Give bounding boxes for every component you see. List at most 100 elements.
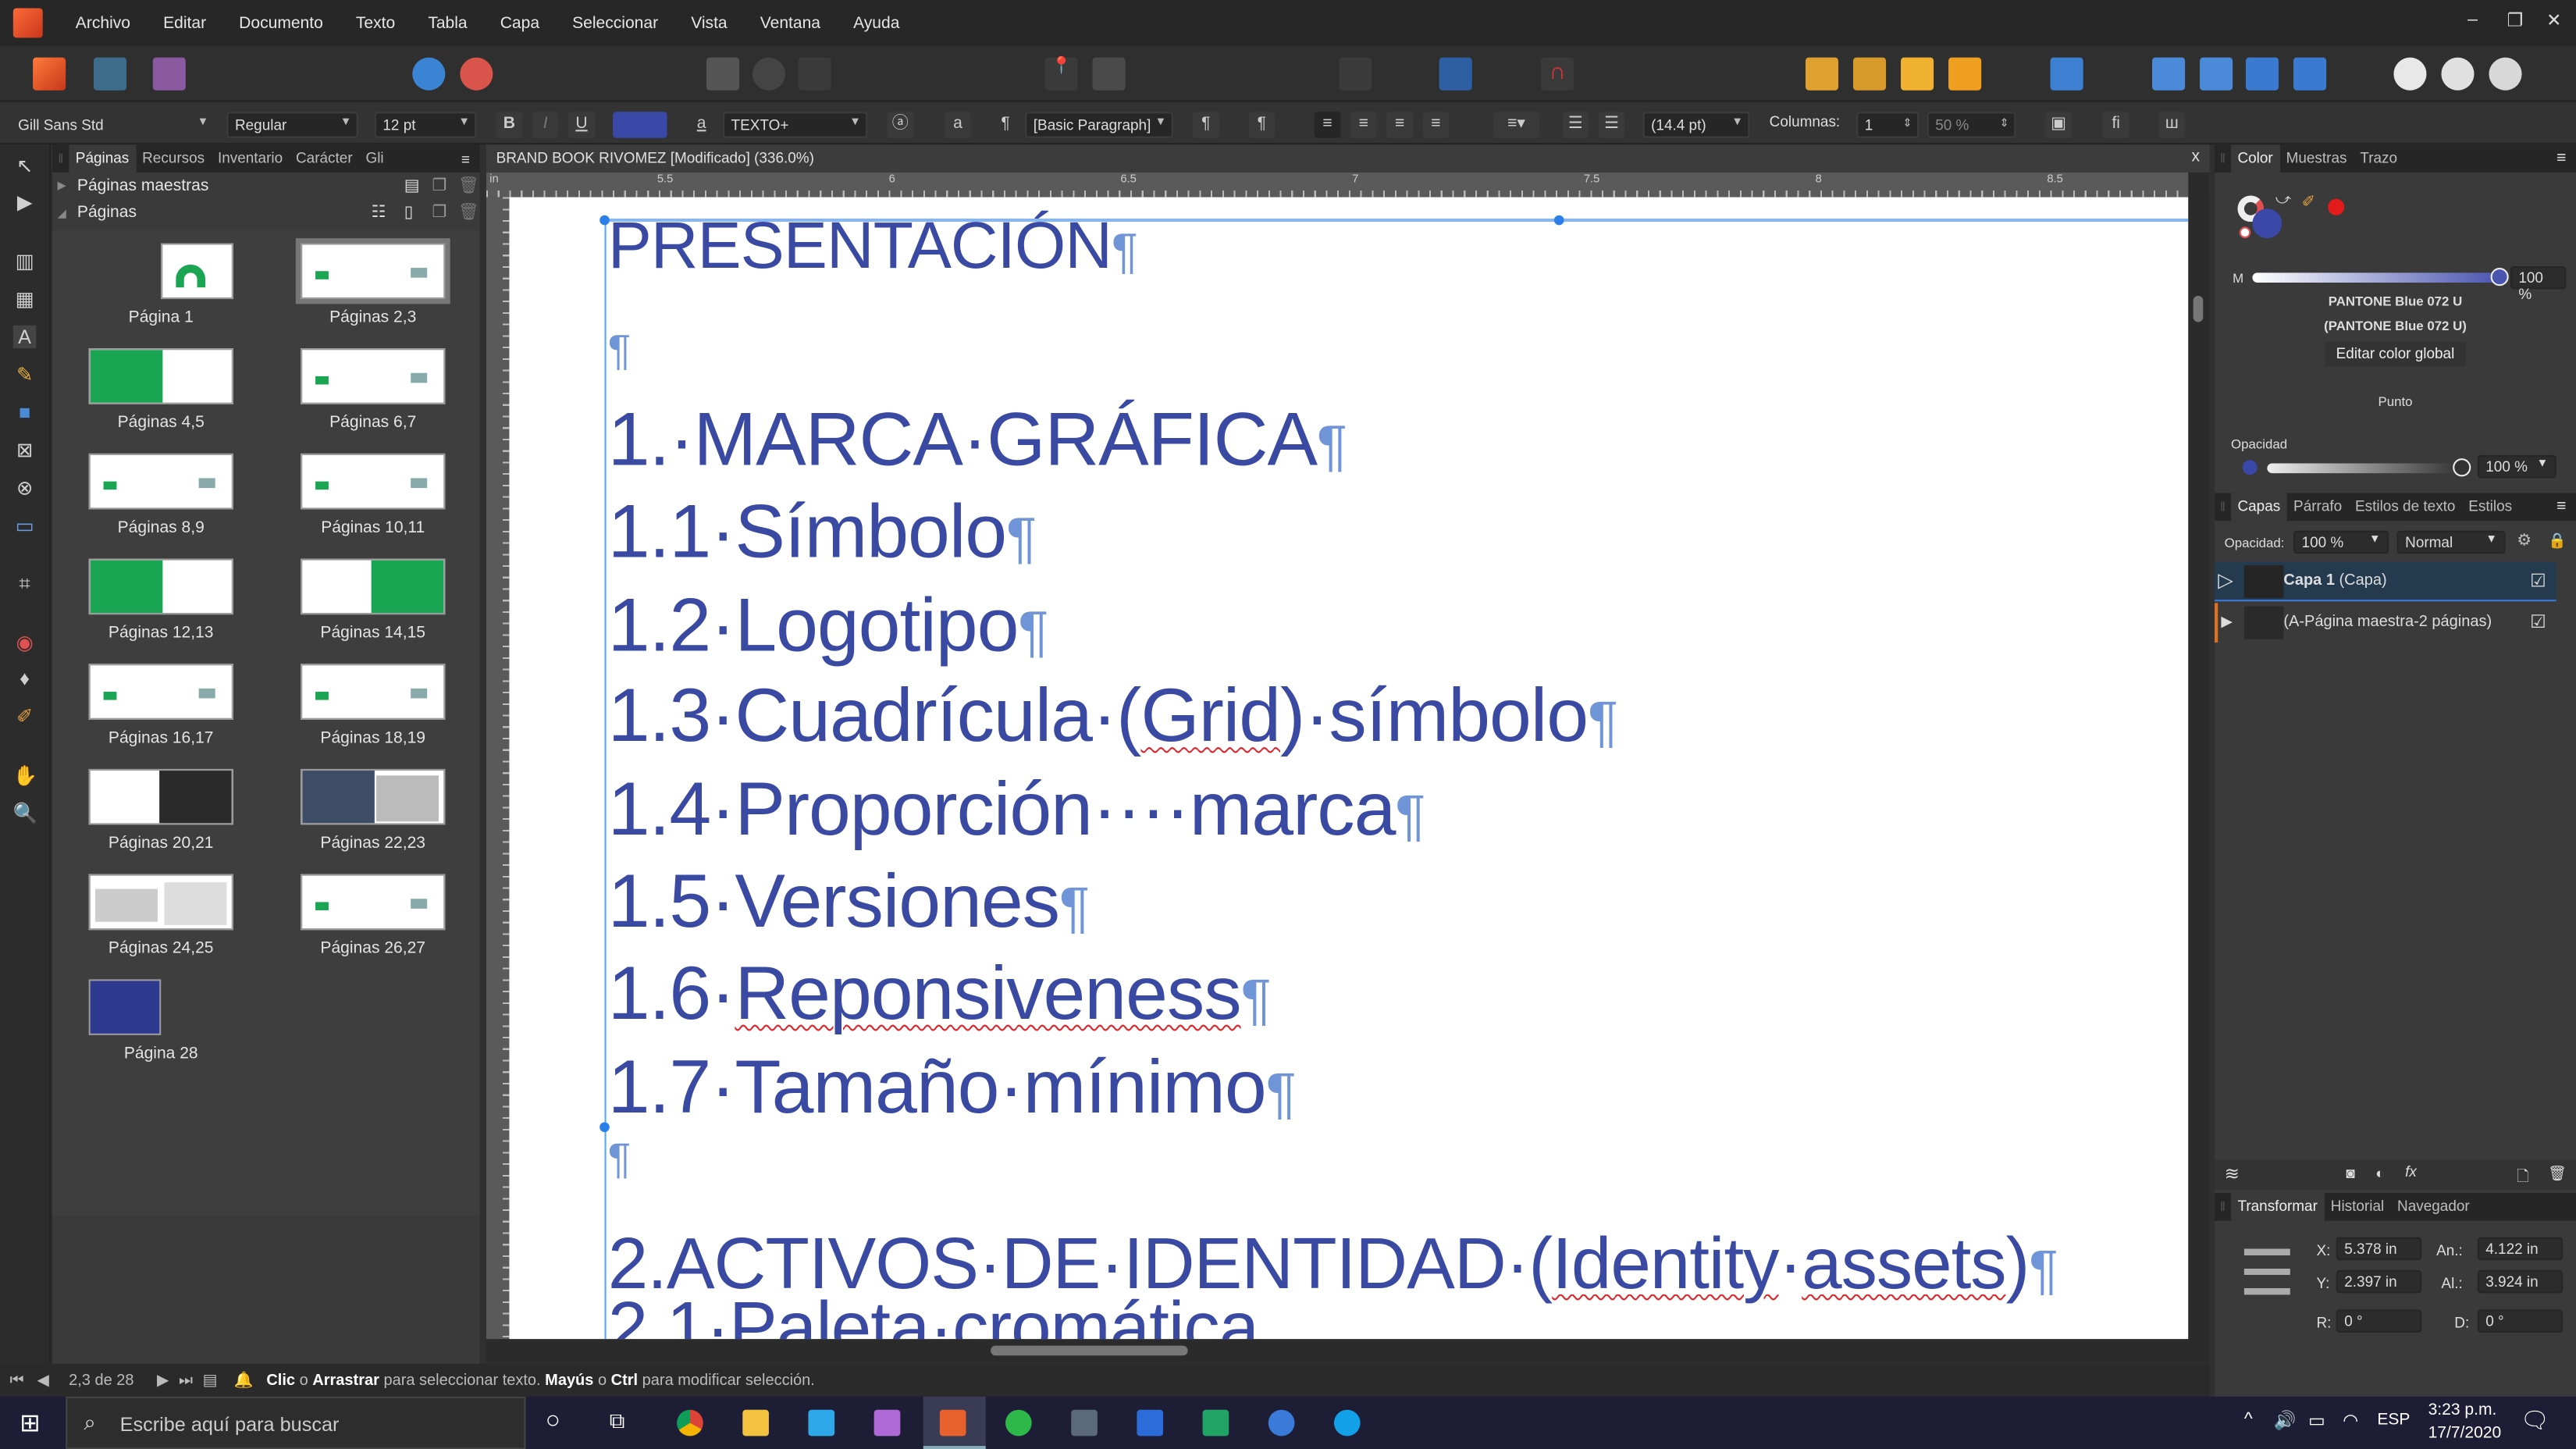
boolean-add-icon[interactable]: [2393, 57, 2427, 91]
align-left-button[interactable]: ≡: [1314, 112, 1341, 138]
cortana-icon[interactable]: ○: [546, 1407, 560, 1435]
move-tool-icon[interactable]: ↖: [13, 155, 36, 177]
bold-button[interactable]: B: [496, 112, 523, 138]
collapse-arrow-icon[interactable]: ◢: [58, 207, 66, 220]
pen-tool-icon[interactable]: ✎: [13, 363, 36, 386]
page-options-icon[interactable]: ☷: [372, 204, 386, 222]
height-field[interactable]: 3.924 in: [2477, 1269, 2564, 1294]
delete-page-icon[interactable]: 🗑: [458, 204, 479, 222]
edit-global-color-button[interactable]: Editar color global: [2325, 341, 2467, 367]
page-thumbnail[interactable]: Páginas 8,9: [62, 453, 260, 537]
circle-view-icon[interactable]: [752, 57, 785, 91]
page-thumbnail[interactable]: Página 1: [62, 243, 260, 327]
arrange-forward-icon[interactable]: [1901, 57, 1934, 91]
text-line[interactable]: 2.1·Paleta·cromática: [608, 1288, 1259, 1339]
page-thumbnail[interactable]: Páginas 14,15: [274, 558, 471, 643]
text-line[interactable]: 1.7·Tamaño·mínimo¶: [608, 1041, 1297, 1130]
swap-colors-icon[interactable]: ⤻: [2275, 190, 2291, 208]
underline-button[interactable]: U: [568, 112, 595, 138]
char-style-new-icon[interactable]: a: [945, 112, 971, 138]
numbered-list-button[interactable]: ☰: [1598, 112, 1625, 138]
text-line[interactable]: 1.2·Logotipo¶: [608, 580, 1049, 669]
page-thumbnail[interactable]: Páginas 18,19: [274, 664, 471, 748]
anchor-point-selector[interactable]: [2243, 1248, 2290, 1295]
menu-archivo[interactable]: Archivo: [76, 14, 130, 32]
vertical-scrollbar[interactable]: [2188, 172, 2210, 1340]
rotate-left-icon[interactable]: [2245, 57, 2279, 91]
affinity-designer-icon[interactable]: [808, 1409, 835, 1437]
para-style-update-icon[interactable]: ¶: [1192, 112, 1219, 138]
action-center-icon[interactable]: 🗨: [2520, 1407, 2549, 1435]
minimize-button[interactable]: –: [2467, 10, 2478, 30]
photo-persona-icon[interactable]: [152, 57, 186, 91]
lock-icon[interactable]: 🔒: [2548, 532, 2567, 550]
text-line[interactable]: 1.3·Cuadrícula·(Grid)·símbolo¶: [608, 671, 1618, 760]
fx-icon[interactable]: fx: [2405, 1163, 2417, 1180]
tab-glifos[interactable]: Gli: [359, 144, 390, 173]
text-color-swatch[interactable]: [613, 112, 667, 138]
gutter-stepper[interactable]: 50 % ⇕: [1927, 112, 2016, 138]
tab-trazo[interactable]: Trazo: [2354, 144, 2404, 173]
menu-editar[interactable]: Editar: [163, 14, 206, 32]
vertical-ruler[interactable]: [486, 197, 510, 1340]
preview-icon[interactable]: [1339, 57, 1372, 91]
text-line[interactable]: ¶: [608, 1134, 631, 1184]
rotation-field[interactable]: 0 °: [2336, 1309, 2422, 1333]
picture-frame-icon[interactable]: ⊠: [13, 439, 36, 461]
layer-expand-icon[interactable]: ▶: [2221, 613, 2233, 631]
skype-icon[interactable]: [1333, 1409, 1361, 1437]
opacity-slider[interactable]: [2267, 458, 2471, 477]
zoom-tool-icon[interactable]: 🔍: [13, 802, 37, 824]
align-icon[interactable]: [2050, 57, 2083, 91]
layer-opacity-select[interactable]: 100 % ▼: [2293, 530, 2389, 554]
boolean-intersect-icon[interactable]: [2489, 57, 2522, 91]
page-thumbnail[interactable]: Páginas 22,23: [274, 768, 471, 853]
rotate-right-icon[interactable]: [2293, 57, 2327, 91]
width-field[interactable]: 4.122 in: [2477, 1237, 2564, 1261]
fill-tool-icon[interactable]: ◉: [13, 631, 36, 653]
tab-estilos[interactable]: Estilos: [2462, 493, 2519, 521]
frame-handle[interactable]: [1553, 215, 1564, 226]
media-player-icon[interactable]: [1268, 1409, 1295, 1437]
character-style-select[interactable]: TEXTO+ ▼: [723, 112, 868, 138]
pin-icon[interactable]: 📍: [1044, 57, 1078, 91]
tab-capas[interactable]: Capas: [2231, 493, 2287, 522]
menu-ventana[interactable]: Ventana: [760, 14, 820, 32]
flip-vertical-icon[interactable]: [2200, 57, 2233, 91]
node-tool-icon[interactable]: ▶: [13, 190, 36, 213]
volume-icon[interactable]: 🔊: [2274, 1410, 2297, 1431]
tint-slider[interactable]: [2252, 268, 2509, 287]
menu-ayuda[interactable]: Ayuda: [853, 14, 899, 32]
horizontal-scrollbar[interactable]: [486, 1339, 2210, 1362]
language-indicator[interactable]: ESP: [2377, 1412, 2410, 1429]
text-line[interactable]: 1.5·Versiones¶: [608, 856, 1090, 945]
tab-paginas[interactable]: Páginas: [69, 144, 136, 173]
snapping-magnet-icon[interactable]: ∩: [1541, 57, 1574, 91]
place-image-icon[interactable]: ▭: [13, 514, 36, 537]
tab-transformar[interactable]: Transformar: [2231, 1192, 2325, 1221]
delete-master-icon[interactable]: 🗑: [458, 177, 479, 195]
tint-value-field[interactable]: 100 %: [2510, 265, 2567, 302]
preflight-icon[interactable]: [460, 57, 493, 91]
char-style-update-icon[interactable]: ⓐ: [887, 112, 914, 138]
italic-button[interactable]: I: [532, 112, 559, 138]
tab-inventario[interactable]: Inventario: [212, 144, 290, 173]
tab-navegador[interactable]: Navegador: [2391, 1193, 2477, 1221]
page-thumbnail[interactable]: Páginas 26,27: [274, 874, 471, 958]
arrange-back-icon[interactable]: [1805, 57, 1839, 91]
artistic-text-tool-icon[interactable]: A: [12, 325, 37, 349]
affinity-photo-icon[interactable]: [873, 1409, 901, 1437]
font-family-select[interactable]: Gill Sans Std ▼: [9, 112, 215, 138]
no-color-icon[interactable]: [2239, 226, 2251, 239]
horizontal-ruler[interactable]: in 5.5 6 6.5 7 7.5 8 8.5: [486, 172, 2210, 198]
text-wrap-icon[interactable]: [1092, 57, 1126, 91]
blend-mode-select[interactable]: Normal ▼: [2396, 530, 2506, 554]
menu-seleccionar[interactable]: Seleccionar: [572, 14, 658, 32]
share-icon[interactable]: [412, 57, 446, 91]
restore-button[interactable]: ❐: [2507, 10, 2524, 31]
para-style-new-icon[interactable]: ¶: [1248, 112, 1276, 138]
close-document-icon[interactable]: x: [2192, 148, 2201, 166]
tab-historial[interactable]: Historial: [2324, 1193, 2390, 1221]
chrome-icon[interactable]: [677, 1409, 703, 1437]
arrange-front-icon[interactable]: [1948, 57, 1982, 91]
